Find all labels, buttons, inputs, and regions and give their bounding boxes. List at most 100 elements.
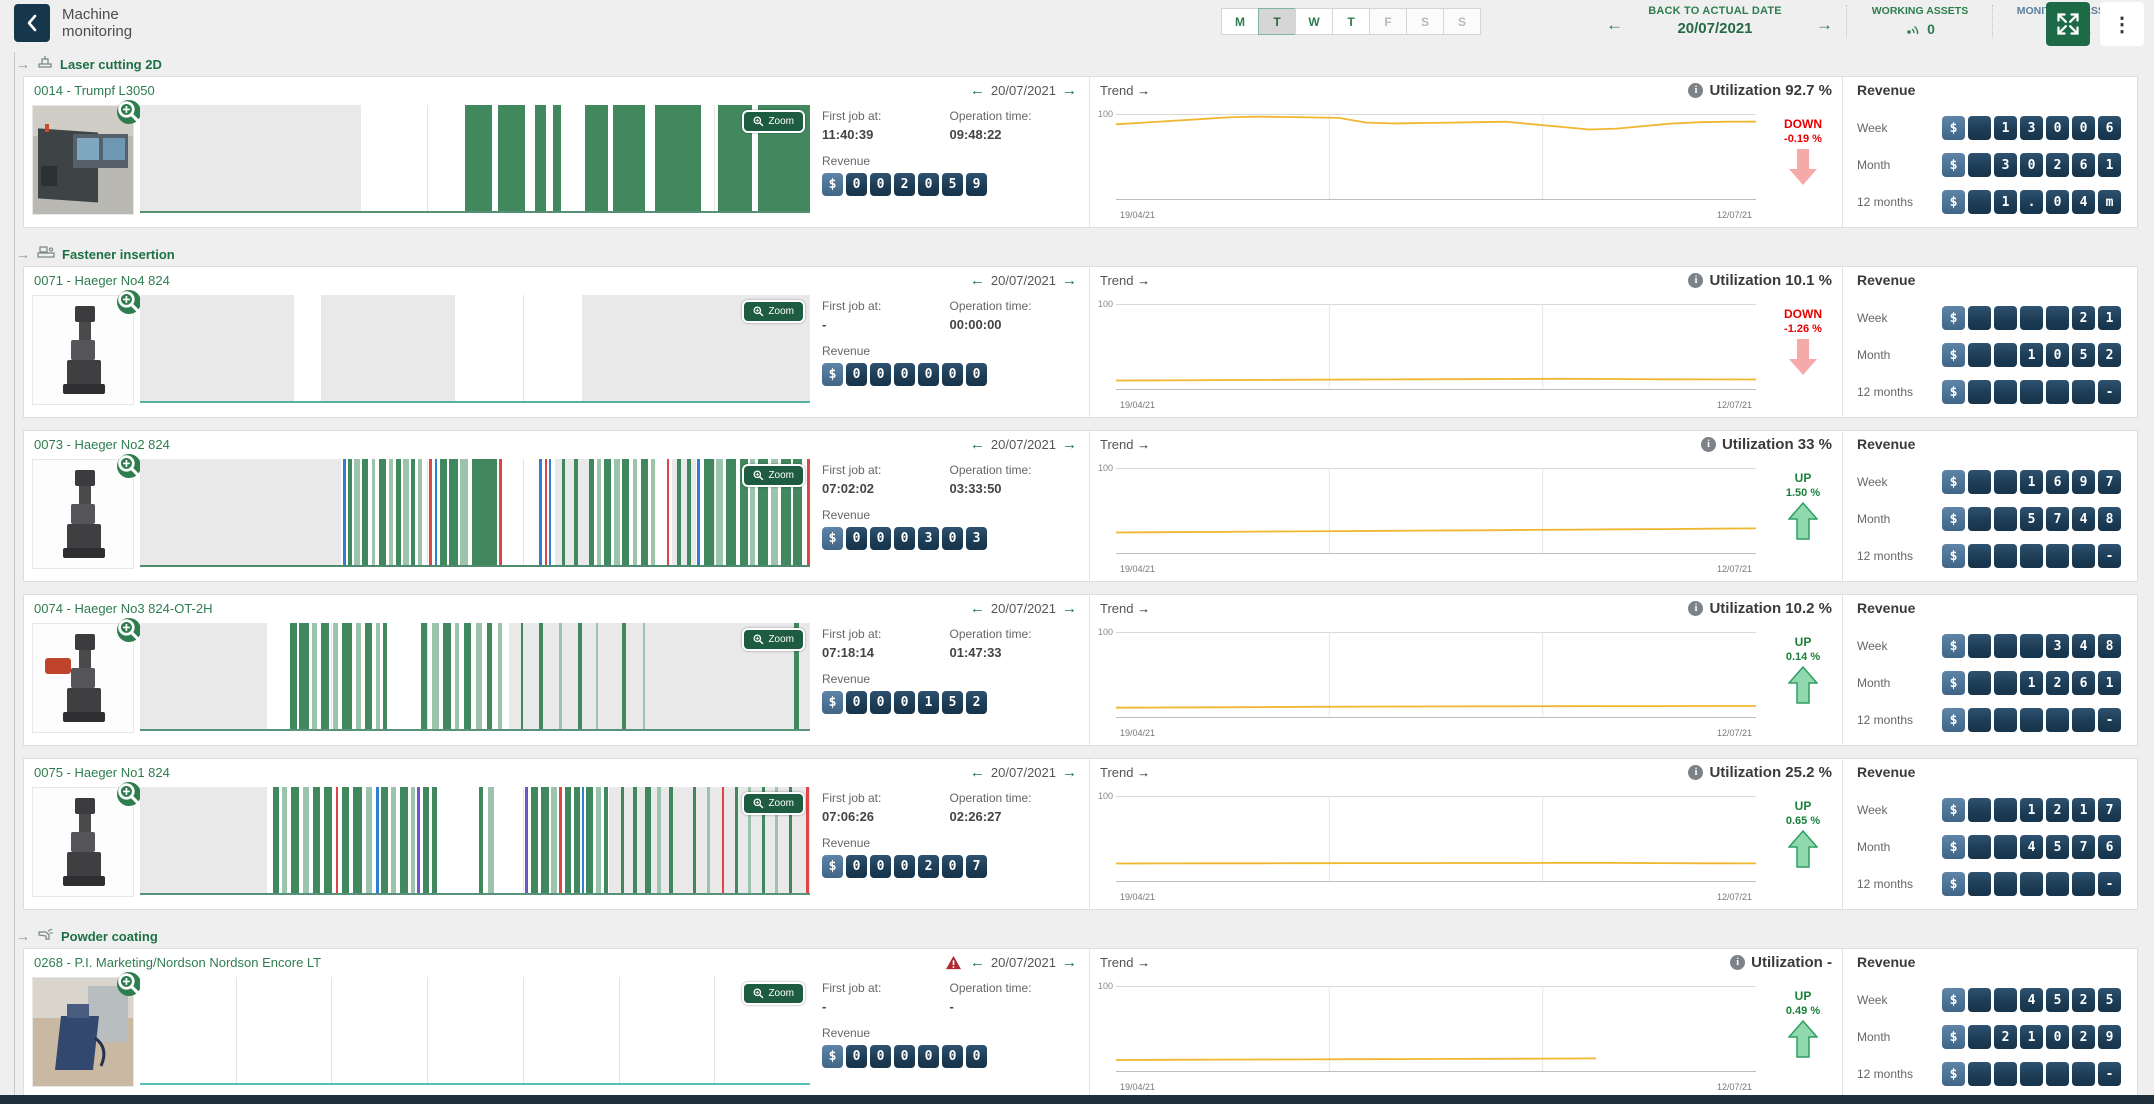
digit-cell: 5 <box>2020 507 2043 531</box>
timeline-zoom-button[interactable]: Zoom <box>742 300 805 323</box>
utilization-info-icon[interactable]: i <box>1688 765 1703 780</box>
fullscreen-button[interactable] <box>2046 2 2090 46</box>
first-job-label: First job at: <box>822 109 950 123</box>
timeline-zoom-button[interactable]: Zoom <box>742 982 805 1005</box>
trend-link[interactable]: Trend → <box>1100 765 1150 780</box>
month-revenue-counter: $1052 <box>1942 343 2121 367</box>
trend-direction: UP <box>1795 471 1812 485</box>
section-collapse-arrow-icon[interactable]: → <box>16 56 30 72</box>
timeline-zoom-button[interactable]: Zoom <box>742 110 805 133</box>
card-prev-day-arrow[interactable]: ← <box>970 764 985 781</box>
photo-magnifier-icon[interactable] <box>117 454 141 478</box>
digit-cell: 2 <box>2072 988 2095 1012</box>
card-prev-day-arrow[interactable]: ← <box>970 82 985 99</box>
machine-name-link[interactable]: 0268 - P.I. Marketing/Nordson Nordson En… <box>34 955 321 970</box>
card-next-day-arrow[interactable]: → <box>1062 954 1077 971</box>
weekday-button-0[interactable]: M <box>1221 8 1259 35</box>
utilization-info-icon[interactable]: i <box>1688 273 1703 288</box>
activity-timeline[interactable]: Zoom <box>140 105 810 213</box>
machine-name-link[interactable]: 0075 - Haeger No1 824 <box>34 765 170 780</box>
week-label: Week <box>1857 311 1887 325</box>
card-prev-day-arrow[interactable]: ← <box>970 954 985 971</box>
card-prev-day-arrow[interactable]: ← <box>970 436 985 453</box>
utilization-info-icon[interactable]: i <box>1688 601 1703 616</box>
machine-name-link[interactable]: 0073 - Haeger No2 824 <box>34 437 170 452</box>
trend-link[interactable]: Trend → <box>1100 437 1150 452</box>
digit-cell: 1 <box>2098 153 2121 177</box>
trend-link[interactable]: Trend → <box>1100 83 1150 98</box>
machine-photo-thumb[interactable] <box>32 623 134 733</box>
card-next-day-arrow[interactable]: → <box>1062 600 1077 617</box>
weekday-button-2[interactable]: W <box>1295 8 1333 35</box>
utilization-info-icon[interactable]: i <box>1730 955 1745 970</box>
machine-name-link[interactable]: 0071 - Haeger No4 824 <box>34 273 170 288</box>
machine-card: 0268 - P.I. Marketing/Nordson Nordson En… <box>23 948 2138 1100</box>
twelve-months-revenue-counter: $- <box>1942 544 2121 568</box>
machine-photo-thumb[interactable] <box>32 787 134 897</box>
section-collapse-arrow-icon[interactable]: → <box>16 246 30 262</box>
digit-cell: 9 <box>966 173 987 196</box>
card-next-day-arrow[interactable]: → <box>1062 82 1077 99</box>
card-next-day-arrow[interactable]: → <box>1062 764 1077 781</box>
machine-card: 0071 - Haeger No4 824 ← 20/07/2021 → Zoo… <box>23 266 2138 418</box>
operation-time-label: Operation time: <box>950 463 1078 477</box>
activity-timeline[interactable]: Zoom <box>140 977 810 1085</box>
trend-link[interactable]: Trend → <box>1100 601 1150 616</box>
photo-magnifier-icon[interactable] <box>117 618 141 642</box>
next-date-arrow[interactable]: → <box>1810 14 1839 36</box>
digit-cell: 0 <box>870 1045 891 1068</box>
week-label: Week <box>1857 475 1887 489</box>
machine-photo-thumb[interactable] <box>32 105 134 215</box>
timeline-zoom-button[interactable]: Zoom <box>742 792 805 815</box>
back-button[interactable] <box>14 4 50 42</box>
card-next-day-arrow[interactable]: → <box>1062 436 1077 453</box>
digit-cell <box>1994 634 2017 658</box>
weekday-button-3[interactable]: T <box>1332 8 1370 35</box>
section-collapse-arrow-icon[interactable]: → <box>16 928 30 944</box>
activity-timeline[interactable]: Zoom <box>140 295 810 403</box>
machine-photo-thumb[interactable] <box>32 977 134 1087</box>
digit-cell: 1 <box>2072 798 2095 822</box>
more-options-button[interactable]: ⋮ <box>2100 2 2144 46</box>
digit-cell <box>2020 708 2043 732</box>
month-label: Month <box>1857 348 1890 362</box>
photo-magnifier-icon[interactable] <box>117 782 141 806</box>
card-prev-day-arrow[interactable]: ← <box>970 272 985 289</box>
kebab-icon: ⋮ <box>2112 12 2132 37</box>
revenue-panel-title: Revenue <box>1843 595 2137 621</box>
activity-timeline[interactable]: Zoom <box>140 459 810 567</box>
machine-card-left: 0014 - Trumpf L3050 ← 20/07/2021 → Zoom <box>24 77 1090 227</box>
section-header[interactable]: → Fastener insertion <box>14 242 2154 266</box>
back-to-actual-date[interactable]: BACK TO ACTUAL DATE 20/07/2021 <box>1625 5 1805 37</box>
machine-name-link[interactable]: 0074 - Haeger No3 824-OT-2H <box>34 601 212 616</box>
section-header[interactable]: → Powder coating <box>14 924 2154 948</box>
digit-cell <box>1968 872 1991 896</box>
timeline-zoom-button[interactable]: Zoom <box>742 628 805 651</box>
photo-magnifier-icon[interactable] <box>117 100 141 124</box>
digit-cell: 0 <box>942 855 963 878</box>
utilization-info-icon[interactable]: i <box>1701 437 1716 452</box>
machine-name-link[interactable]: 0014 - Trumpf L3050 <box>34 83 155 98</box>
trend-link[interactable]: Trend → <box>1100 955 1150 970</box>
photo-magnifier-icon[interactable] <box>117 972 141 996</box>
utilization-info-icon[interactable]: i <box>1688 83 1703 98</box>
activity-timeline[interactable]: Zoom <box>140 787 810 895</box>
month-revenue-counter: $1261 <box>1942 671 2121 695</box>
magnifier-icon <box>753 116 764 127</box>
card-next-day-arrow[interactable]: → <box>1062 272 1077 289</box>
section-laser-cutting-2d: → Laser cutting 2D 0014 - Trumpf L3050 ←… <box>14 52 2154 242</box>
trend-arrow-icon: → <box>1137 955 1150 970</box>
machine-photo-thumb[interactable] <box>32 459 134 569</box>
activity-timeline[interactable]: Zoom <box>140 623 810 731</box>
digit-cell <box>1968 153 1991 177</box>
warning-icon[interactable] <box>945 955 962 970</box>
card-date: 20/07/2021 <box>991 955 1056 970</box>
trend-link[interactable]: Trend → <box>1100 273 1150 288</box>
timeline-zoom-button[interactable]: Zoom <box>742 464 805 487</box>
machine-photo-thumb[interactable] <box>32 295 134 405</box>
section-header[interactable]: → Laser cutting 2D <box>14 52 2154 76</box>
card-prev-day-arrow[interactable]: ← <box>970 600 985 617</box>
expand-arrows-icon <box>2055 11 2081 37</box>
photo-magnifier-icon[interactable] <box>117 290 141 314</box>
weekday-button-1[interactable]: T <box>1258 8 1296 35</box>
